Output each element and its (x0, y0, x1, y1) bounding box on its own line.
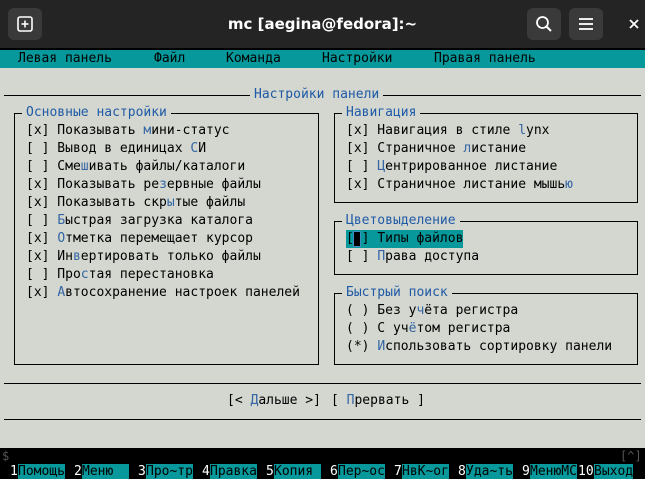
radio-case-sensitive[interactable]: ( ) С учётом регистра (346, 320, 510, 338)
highlighting-title: Цветовыделение (342, 212, 460, 230)
search-button[interactable] (527, 8, 561, 40)
text-cursor (353, 231, 361, 247)
command-line[interactable] (0, 448, 645, 464)
menu-left-panel[interactable]: Левая панель (18, 50, 112, 68)
button-bracket: ] (409, 393, 425, 408)
checkbox-mark: [x] (26, 249, 50, 264)
fkey-5-number: 5 (266, 464, 274, 479)
cancel-button[interactable]: [ Прервать ] (331, 392, 425, 410)
checkbox-mark: [x] (26, 231, 50, 246)
radio-mark: ( ) (346, 321, 370, 336)
window-title: mc [aegina@fedora]:~ (227, 15, 418, 33)
checkbox-mark: [x] (346, 177, 370, 192)
checkbox-page-scrolling[interactable]: [x] Страничное листание (346, 140, 526, 158)
fkey-edit[interactable]: Правка (210, 464, 257, 479)
menu-right-panel[interactable]: Правая панель (434, 50, 536, 68)
fkey-9-number: 9 (522, 464, 530, 479)
fkey-menu[interactable]: Меню (82, 464, 129, 479)
checkbox-autosave-panels[interactable]: [x] Автосохранение настроек панелей (26, 284, 300, 302)
button-bracket: [ (331, 393, 347, 408)
checkbox-hidden-files[interactable]: [x] Показывать скрытые файлы (26, 194, 245, 212)
fkey-view[interactable]: Про~тр (146, 464, 193, 479)
checkbox-permissions[interactable]: [ ] Права доступа (346, 248, 479, 266)
checkbox-label: Типы файлов (377, 231, 464, 246)
fkey-7-number: 7 (394, 464, 402, 479)
checkbox-mark: [x] (26, 285, 50, 300)
fkey-quit[interactable]: Выход (594, 464, 634, 479)
cmdline-indicator: [^] (620, 449, 642, 463)
menu-button[interactable] (569, 8, 603, 40)
checkbox-mark: [x] (26, 177, 50, 192)
checkbox-mark-moves-down[interactable]: [x] Отметка перемещает курсор (26, 230, 253, 248)
fkey-delete[interactable]: Уда~ть (466, 464, 513, 479)
fkey-3-number: 3 (138, 464, 146, 479)
checkbox-si-units[interactable]: [ ] Вывод в единицах СИ (26, 140, 206, 158)
close-icon[interactable] (624, 14, 644, 34)
fkey-pulldown[interactable]: МенюМС (530, 464, 577, 479)
fkey-4-number: 4 (202, 464, 210, 479)
checkbox-mark: [ ] (346, 159, 370, 174)
fkey-copy[interactable]: Копия (274, 464, 321, 479)
menu-command[interactable]: Команда (226, 50, 281, 68)
fkey-8-number: 8 (458, 464, 466, 479)
checkbox-simple-swap[interactable]: [ ] Простая перестановка (26, 266, 214, 284)
navigation-title: Навигация (342, 104, 421, 122)
checkbox-reverse-files-only[interactable]: [x] Инвертировать только файлы (26, 248, 261, 266)
checkbox-center-scrolling[interactable]: [ ] Центрированное листание (346, 158, 557, 176)
checkbox-mark: [x] (346, 123, 370, 138)
radio-mark: (*) (346, 339, 370, 354)
window-titlebar: mc [aegina@fedora]:~ (0, 0, 645, 48)
checkbox-mark: [ ] (26, 141, 50, 156)
fkey-mkdir[interactable]: НвК~ог (402, 464, 449, 479)
checkbox-mark: [x] (26, 195, 50, 210)
dialog-title: Настройки панели (250, 86, 384, 104)
fkey-10-number: 10 (578, 464, 594, 479)
checkbox-mouse-page-scrolling[interactable]: [x] Страничное листание мышью (346, 176, 573, 194)
checkbox-backup-files[interactable]: [x] Показывать резервные файлы (26, 176, 261, 194)
radio-mark: ( ) (346, 303, 370, 318)
button-bracket: [< (227, 393, 251, 408)
fkey-2-number: 2 (74, 464, 82, 479)
main-settings-title: Основные настройки (22, 104, 171, 122)
next-button[interactable]: [< Дальше >] (227, 392, 321, 410)
checkbox-mini-status[interactable]: [x] Показывать мини-статус (26, 122, 230, 140)
fkey-6-number: 6 (330, 464, 338, 479)
dialog-separator (4, 383, 641, 384)
checkbox-mark: [x] (26, 123, 50, 138)
new-tab-button[interactable] (8, 8, 42, 40)
checkbox-mark: [x] (346, 141, 370, 156)
checkbox-file-types[interactable]: [ ] Типы файлов (346, 230, 464, 248)
checkbox-fast-reload[interactable]: [ ] Быстрая загрузка каталога (26, 212, 253, 230)
fkey-1-number: 1 (10, 464, 18, 479)
shell-prompt: $ (2, 449, 10, 463)
new-tab-icon (17, 16, 33, 32)
checkbox-mark: [ ] (346, 249, 370, 264)
quick-search-title: Быстрый поиск (342, 284, 452, 302)
hamburger-icon (579, 18, 593, 30)
menu-settings[interactable]: Настройки (322, 50, 392, 68)
checkbox-mark: [ ] (26, 159, 50, 174)
radio-case-insensitive[interactable]: ( ) Без учёта регистра (346, 302, 518, 320)
search-icon (536, 16, 552, 32)
fkey-help[interactable]: Помощь (18, 464, 65, 479)
menu-file[interactable]: Файл (154, 50, 185, 68)
checkbox-lynx-navigation[interactable]: [x] Навигация в стиле lynx (346, 122, 550, 140)
radio-use-panel-sort[interactable]: (*) Использовать сортировку панели (346, 338, 612, 356)
fkey-move[interactable]: Пер~ос (338, 464, 385, 479)
checkbox-mark: [ ] (26, 213, 50, 228)
checkbox-mark: [ ] (26, 267, 50, 282)
button-bracket: >] (297, 393, 321, 408)
checkbox-mix-files[interactable]: [ ] Смешивать файлы/каталоги (26, 158, 245, 176)
dialog-frame-bottom (4, 419, 641, 420)
